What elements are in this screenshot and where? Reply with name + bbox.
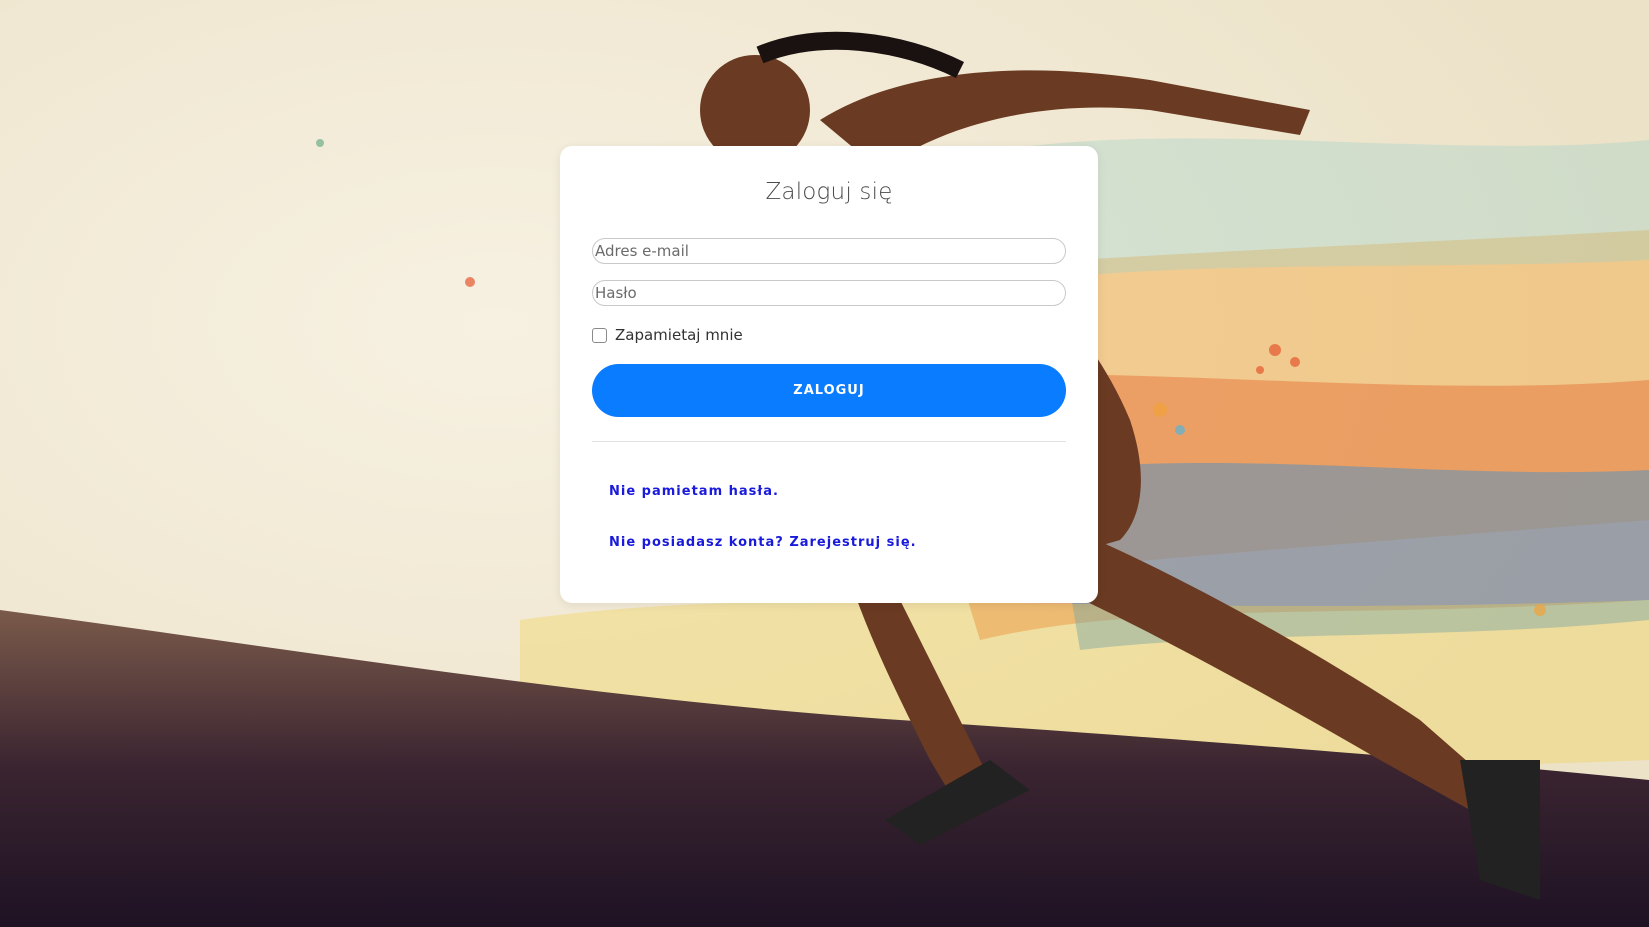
login-card: Zaloguj się Zapamietaj mnie ZALOGUJ Nie … (560, 146, 1098, 603)
remember-me-row: Zapamietaj mnie (592, 325, 1066, 345)
register-link[interactable]: Nie posiadasz konta? Zarejestruj się. (609, 535, 1066, 550)
login-button[interactable]: ZALOGUJ (592, 364, 1066, 417)
email-field[interactable] (592, 238, 1066, 264)
remember-me-checkbox[interactable] (592, 327, 607, 343)
password-field[interactable] (592, 280, 1066, 306)
forgot-password-link[interactable]: Nie pamietam hasła. (609, 484, 1066, 499)
remember-me-label[interactable]: Zapamietaj mnie (615, 326, 743, 344)
page-title: Zaloguj się (765, 179, 893, 205)
divider (592, 441, 1066, 442)
